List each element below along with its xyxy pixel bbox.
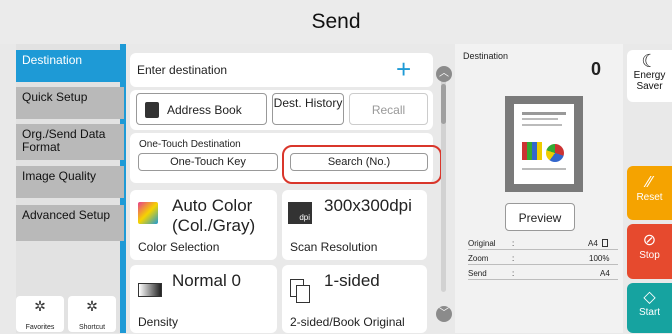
favorites-button[interactable]: ✲ Favorites bbox=[16, 296, 64, 332]
gear-icon: ✲ bbox=[34, 298, 46, 314]
scan-resolution-value: 300x300dpi bbox=[324, 196, 412, 215]
sidebar-item-advanced-setup[interactable]: Advanced Setup bbox=[16, 205, 124, 241]
scan-resolution-tile[interactable]: dpi 300x300dpi Scan Resolution bbox=[282, 190, 427, 260]
sidebar-item-label: Image Quality bbox=[22, 169, 97, 183]
shortcut-label: Shortcut bbox=[78, 324, 106, 331]
sidebar-item-destination[interactable]: Destination bbox=[16, 50, 124, 82]
scroll-up-icon[interactable]: ︿ bbox=[436, 66, 452, 82]
scan-resolution-label: Scan Resolution bbox=[290, 240, 378, 254]
stop-button[interactable]: ⊘ Stop bbox=[627, 224, 672, 279]
info-value: 100% bbox=[589, 254, 610, 263]
start-button[interactable]: ◇ Start bbox=[627, 283, 672, 333]
color-selection-label: Color Selection bbox=[138, 240, 220, 254]
scroll-down-icon[interactable]: ﹀ bbox=[436, 306, 452, 322]
density-value: Normal 0 bbox=[172, 271, 241, 290]
sidebar-item-label: Advanced Setup bbox=[22, 208, 111, 222]
info-sep: : bbox=[512, 269, 515, 278]
color-selection-icon bbox=[138, 202, 158, 224]
preview-page bbox=[514, 104, 574, 184]
preview-label: Preview bbox=[518, 211, 562, 225]
sidebar-item-image-quality[interactable]: Image Quality bbox=[16, 166, 124, 198]
sidebar-item-label: Quick Setup bbox=[22, 90, 88, 104]
info-sep: : bbox=[512, 239, 515, 248]
scrollbar-thumb[interactable] bbox=[441, 84, 446, 124]
plus-icon[interactable]: + bbox=[396, 53, 411, 85]
energy-saver-button[interactable]: ☾ Energy Saver bbox=[627, 50, 672, 102]
sidebar-item-org-send-data-format[interactable]: Org./Send Data Format bbox=[16, 124, 124, 160]
page-title: Send bbox=[0, 0, 672, 44]
address-book-button[interactable]: Address Book bbox=[136, 93, 267, 125]
energy-saver-label: Energy Saver bbox=[633, 70, 666, 92]
info-value: A4 bbox=[588, 239, 598, 248]
info-row-zoom: Zoom : 100% bbox=[468, 252, 618, 265]
recall-button[interactable]: Recall bbox=[349, 93, 428, 125]
stop-label: Stop bbox=[639, 250, 660, 261]
duplex-icon-back bbox=[296, 285, 310, 303]
sidebar-item-quick-setup[interactable]: Quick Setup bbox=[16, 87, 124, 119]
reset-icon: ⁄⁄ bbox=[646, 174, 653, 191]
info-row-original: Original : A4 bbox=[468, 237, 618, 250]
favorites-label: Favorites bbox=[25, 324, 55, 331]
color-selection-value: Auto Color (Col./Gray) bbox=[172, 196, 256, 235]
reset-label: Reset bbox=[636, 192, 663, 203]
preview-destination-label: Destination bbox=[463, 51, 509, 61]
info-sep: : bbox=[512, 254, 515, 263]
sidebar-item-label: Destination bbox=[22, 53, 83, 67]
color-selection-tile[interactable]: Auto Color (Col./Gray) Color Selection bbox=[130, 190, 277, 260]
dest-history-label: Dest. History bbox=[273, 96, 343, 110]
stop-icon: ⊘ bbox=[642, 232, 657, 249]
duplex-value: 1-sided bbox=[324, 271, 380, 290]
one-touch-key-button[interactable]: One-Touch Key bbox=[138, 153, 278, 171]
density-icon bbox=[138, 283, 162, 297]
preview-button[interactable]: Preview bbox=[505, 203, 575, 231]
address-book-icon bbox=[145, 102, 159, 118]
info-key: Zoom bbox=[468, 254, 489, 263]
destination-input[interactable]: Enter destination + bbox=[130, 53, 433, 87]
density-label: Density bbox=[138, 315, 179, 329]
moon-icon: ☾ bbox=[641, 51, 658, 71]
one-touch-title: One-Touch Destination bbox=[139, 139, 241, 150]
destination-placeholder: Enter destination bbox=[137, 63, 228, 77]
highlight-ring bbox=[282, 145, 442, 184]
destination-count: 0 bbox=[591, 59, 602, 79]
duplex-label: 2-sided/Book Original bbox=[290, 315, 405, 329]
dest-history-button[interactable]: Dest. History bbox=[272, 93, 344, 125]
dpi-icon: dpi bbox=[288, 202, 312, 224]
info-row-send: Send : A4 bbox=[468, 267, 618, 280]
start-label: Start bbox=[638, 307, 661, 318]
shortcut-button[interactable]: ✲ Shortcut bbox=[68, 296, 116, 332]
density-tile[interactable]: Normal 0 Density bbox=[130, 265, 277, 333]
info-key: Send bbox=[468, 269, 487, 278]
orientation-icon bbox=[602, 239, 608, 247]
info-key: Original bbox=[468, 239, 496, 248]
gear-icon: ✲ bbox=[86, 298, 98, 314]
start-icon: ◇ bbox=[643, 289, 656, 306]
recall-label: Recall bbox=[371, 103, 406, 117]
reset-button[interactable]: ⁄⁄ Reset bbox=[627, 166, 672, 220]
duplex-tile[interactable]: 1-sided 2-sided/Book Original bbox=[282, 265, 427, 333]
one-touch-key-label: One-Touch Key bbox=[170, 156, 246, 168]
sidebar-item-label: Org./Send Data Format bbox=[22, 127, 106, 154]
info-value: A4 bbox=[600, 269, 610, 278]
address-book-label: Address Book bbox=[167, 103, 242, 117]
